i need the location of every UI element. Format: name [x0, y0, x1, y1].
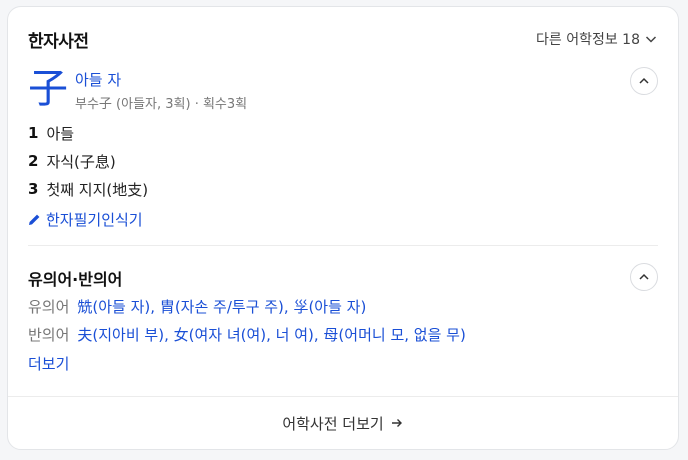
synonym-links[interactable]: 兟(아들 자), 胄(자손 주/투구 주), 㜽(아들 자) — [77, 296, 366, 317]
meaning-item: 1 아들 — [28, 119, 148, 147]
antonym-links[interactable]: 夫(지아비 부), 女(여자 녀(여), 너 여), 母(어머니 모, 없을 무… — [77, 324, 465, 345]
meaning-text: 아들 — [46, 124, 75, 143]
synonym-row: 유의어 兟(아들 자), 胄(자손 주/투구 주), 㜽(아들 자) — [28, 293, 366, 319]
antonym-label: 반의어 — [28, 325, 70, 344]
hanja-dictionary-card: 한자사전 다른 어학정보 18 子 아들 자 부수子 (아들자, 3획) · 획… — [7, 6, 679, 450]
meaning-number: 3 — [28, 180, 39, 198]
handwriting-label: 한자필기인식기 — [46, 211, 143, 229]
meaning-item: 2 자식(子息) — [28, 147, 148, 175]
chevron-up-icon — [639, 77, 649, 84]
hanja-entry: 子 아들 자 부수子 (아들자, 3획) · 획수3획 — [28, 67, 658, 117]
dictionary-more-button[interactable]: 어학사전 더보기 — [8, 396, 678, 449]
card-title: 한자사전 — [28, 32, 89, 52]
radical-info: 부수子 (아들자, 3획) · 획수3획 — [75, 97, 248, 112]
meaning-text: 자식(子息) — [46, 152, 116, 171]
collapse-entry-button[interactable] — [630, 67, 658, 95]
meanings-list: 1 아들 2 자식(子息) 3 첫째 지지(地支) — [28, 119, 148, 203]
meaning-number: 2 — [28, 152, 39, 170]
meaning-item: 3 첫째 지지(地支) — [28, 175, 148, 203]
hanja-character[interactable]: 子 — [28, 67, 68, 111]
card-header: 한자사전 다른 어학정보 18 — [28, 27, 658, 53]
other-info-label: 다른 어학정보 18 — [536, 32, 640, 48]
section-divider — [28, 245, 658, 246]
chevron-up-icon — [639, 273, 649, 280]
meaning-number: 1 — [28, 124, 39, 142]
chevron-down-icon — [645, 36, 657, 43]
footer-label: 어학사전 더보기 — [282, 414, 384, 433]
more-relations-link[interactable]: 더보기 — [28, 353, 69, 374]
handwriting-recognizer-link[interactable]: 한자필기인식기 — [28, 209, 143, 230]
pencil-icon — [29, 214, 40, 225]
collapse-relations-button[interactable] — [630, 263, 658, 291]
other-info-dropdown[interactable]: 다른 어학정보 18 — [536, 29, 658, 49]
meaning-text: 첫째 지지(地支) — [46, 180, 149, 199]
synonym-label: 유의어 — [28, 297, 70, 316]
arrow-right-icon — [391, 419, 402, 427]
relations-title: 유의어·반의어 — [28, 270, 123, 289]
antonym-row: 반의어 夫(지아비 부), 女(여자 녀(여), 너 여), 母(어머니 모, … — [28, 321, 466, 347]
hanja-reading-link[interactable]: 아들 자 — [75, 69, 121, 90]
